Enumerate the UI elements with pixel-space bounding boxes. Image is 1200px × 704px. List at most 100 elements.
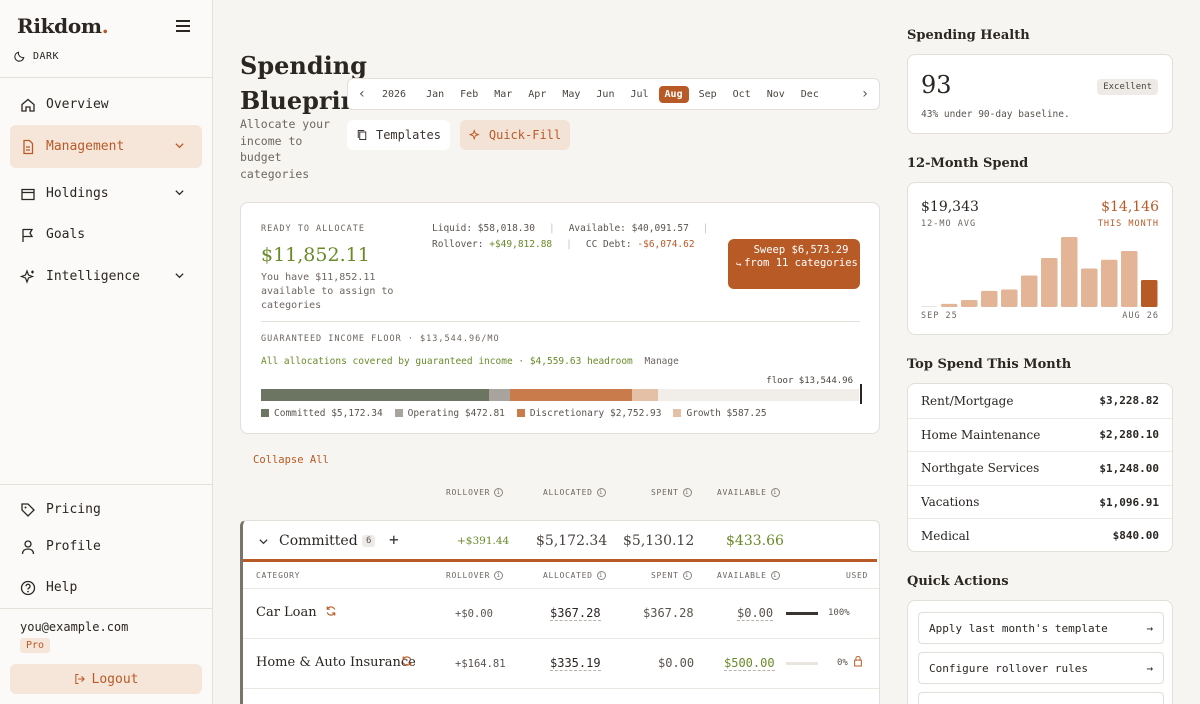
month-tab[interactable]: Dec (795, 86, 825, 103)
spend-bar-oct (941, 303, 958, 307)
nav-label: Pricing (46, 502, 101, 517)
stack-segment-growth (631, 389, 658, 401)
sweep-button[interactable]: ↪ Sweep $6,573.29 from 11 categories (728, 239, 860, 289)
nav-overview[interactable]: Overview (10, 83, 202, 126)
top-spend-card: Rent/Mortgage $3,228.82 Home Maintenance $… (907, 383, 1173, 552)
group-count-badge: 6 (362, 535, 376, 547)
nav-goals[interactable]: Goals (10, 213, 202, 256)
row-allocated-input[interactable]: $367.28 (550, 606, 601, 621)
lock-icon[interactable] (853, 655, 863, 667)
page-subtitle: Allocate your income to budget categorie… (240, 117, 331, 181)
quick-actions-card: Apply last month's template → Configure r… (907, 600, 1173, 704)
quick-fill-button[interactable]: Quick-Fill (460, 120, 570, 150)
category-name: Car Loan (256, 605, 317, 620)
arrow-right-icon: → (1146, 661, 1153, 675)
health-badge: Excellent (1097, 79, 1158, 95)
row-available[interactable]: $500.00 (724, 656, 775, 671)
month-tab[interactable]: Apr (522, 86, 552, 103)
top-spend-row[interactable]: Vacations $1,096.91 (908, 484, 1172, 519)
spend-bar-mar (1041, 258, 1058, 307)
col-available: AVAILABLE i (717, 488, 780, 497)
theme-label: DARK (33, 50, 60, 62)
month-tab[interactable]: Sep (693, 86, 723, 103)
used-progress-bar (786, 612, 818, 615)
nav-profile[interactable]: Profile (10, 525, 202, 568)
collapse-all-button[interactable]: Collapse All (253, 454, 329, 466)
category-row[interactable]: Car Loan +$0.00 $367.28 $367.28 $0.00 10… (243, 588, 879, 638)
logout-icon (74, 673, 85, 685)
chevron-down-icon[interactable] (174, 140, 185, 151)
hamburger-menu-icon[interactable] (176, 20, 190, 32)
chevron-down-icon[interactable] (258, 536, 269, 547)
info-icon[interactable]: i (770, 488, 780, 497)
month-tab[interactable]: Oct (727, 86, 757, 103)
month-tab[interactable]: Feb (454, 86, 484, 103)
logout-button[interactable]: Logout (10, 664, 202, 694)
document-icon (23, 139, 34, 154)
info-icon[interactable]: i (596, 571, 606, 580)
col-spent: SPENT i (651, 571, 692, 580)
nav-label: Overview (46, 97, 109, 112)
info-icon[interactable]: i (770, 571, 780, 580)
spend-bar-sep (921, 306, 938, 307)
month-tab[interactable]: Jun (590, 86, 620, 103)
nav-management[interactable]: Management (10, 125, 202, 168)
configure-rollover-button[interactable]: Configure rollover rules → (918, 652, 1164, 684)
chevron-down-icon[interactable] (174, 187, 185, 198)
info-icon[interactable]: i (494, 488, 504, 497)
avg-spend-label: 12-MO AVG (921, 219, 977, 229)
group-rollover: +$391.44 (457, 535, 510, 547)
nav-label: Goals (46, 227, 86, 242)
month-tab[interactable]: Jul (624, 86, 654, 103)
divider (0, 484, 213, 485)
chevron-down-icon[interactable] (174, 270, 185, 281)
spend-bar-apr (1061, 237, 1078, 307)
month-tab[interactable]: Nov (761, 86, 791, 103)
stack-segment-operating (489, 389, 511, 401)
top-spend-row[interactable]: Rent/Mortgage $3,228.82 (908, 384, 1172, 418)
top-spend-row[interactable]: Home Maintenance $2,280.10 (908, 417, 1172, 452)
twelve-month-spend-card: $19,343 12-MO AVG $14,146 THIS MONTH SEP… (907, 182, 1173, 335)
quick-action-button[interactable] (918, 692, 1164, 704)
month-tab-selected[interactable]: Aug (658, 85, 689, 103)
row-available[interactable]: $0.00 (737, 606, 774, 621)
page-title: Spending Blueprint (240, 51, 370, 115)
month-tab[interactable]: May (556, 86, 586, 103)
cc-debt-stat: CC Debt: -$6,074.62 (585, 239, 695, 250)
info-icon[interactable]: i (682, 571, 692, 580)
nav-help[interactable]: Help (10, 566, 202, 609)
templates-button[interactable]: Templates (347, 120, 450, 150)
group-allocated: $5,172.34 (536, 533, 608, 549)
liquid-stat: Liquid: $58,018.30 (432, 223, 535, 234)
theme-toggle[interactable]: DARK (14, 50, 59, 62)
chevron-right-icon[interactable]: › (851, 86, 879, 102)
group-header[interactable]: Committed 6 + +$391.44 $5,172.34 $5,130.… (243, 521, 879, 561)
month-tab[interactable]: Mar (488, 86, 518, 103)
wallet-icon (21, 188, 35, 200)
available-stat: Available: $40,091.57 (568, 223, 689, 234)
group-spent: $5,130.12 (623, 533, 695, 549)
stack-segment-committed (261, 389, 490, 401)
top-spend-row[interactable]: Medical $840.00 (908, 518, 1172, 551)
floor-marker (860, 384, 862, 404)
add-category-icon[interactable]: + (389, 530, 399, 549)
row-spent: $367.28 (643, 606, 694, 620)
chart-start-label: SEP 25 (921, 311, 958, 321)
nav-intelligence[interactable]: Intelligence (10, 255, 202, 298)
info-icon[interactable]: i (682, 488, 692, 497)
brand-logo[interactable]: Rikdom. (17, 14, 109, 38)
apply-template-button[interactable]: Apply last month's template → (918, 612, 1164, 644)
row-allocated-input[interactable]: $335.19 (550, 656, 601, 671)
legend-committed: Committed $5,172.34 (261, 408, 383, 419)
info-icon[interactable]: i (494, 571, 504, 580)
chevron-left-icon[interactable]: ‹ (348, 86, 376, 102)
manage-link[interactable]: Manage (645, 356, 679, 367)
nav-holdings[interactable]: Holdings (10, 172, 202, 215)
top-spend-row[interactable]: Northgate Services $1,248.00 (908, 451, 1172, 485)
category-row[interactable]: Home & Auto Insurance +$164.81 $335.19 $… (243, 638, 879, 688)
spend-bar-jun (1101, 259, 1118, 307)
col-rollover: ROLLOVER i (446, 488, 504, 497)
month-tab[interactable]: Jan (420, 86, 450, 103)
info-icon[interactable]: i (596, 488, 606, 497)
category-row[interactable] (243, 688, 879, 704)
